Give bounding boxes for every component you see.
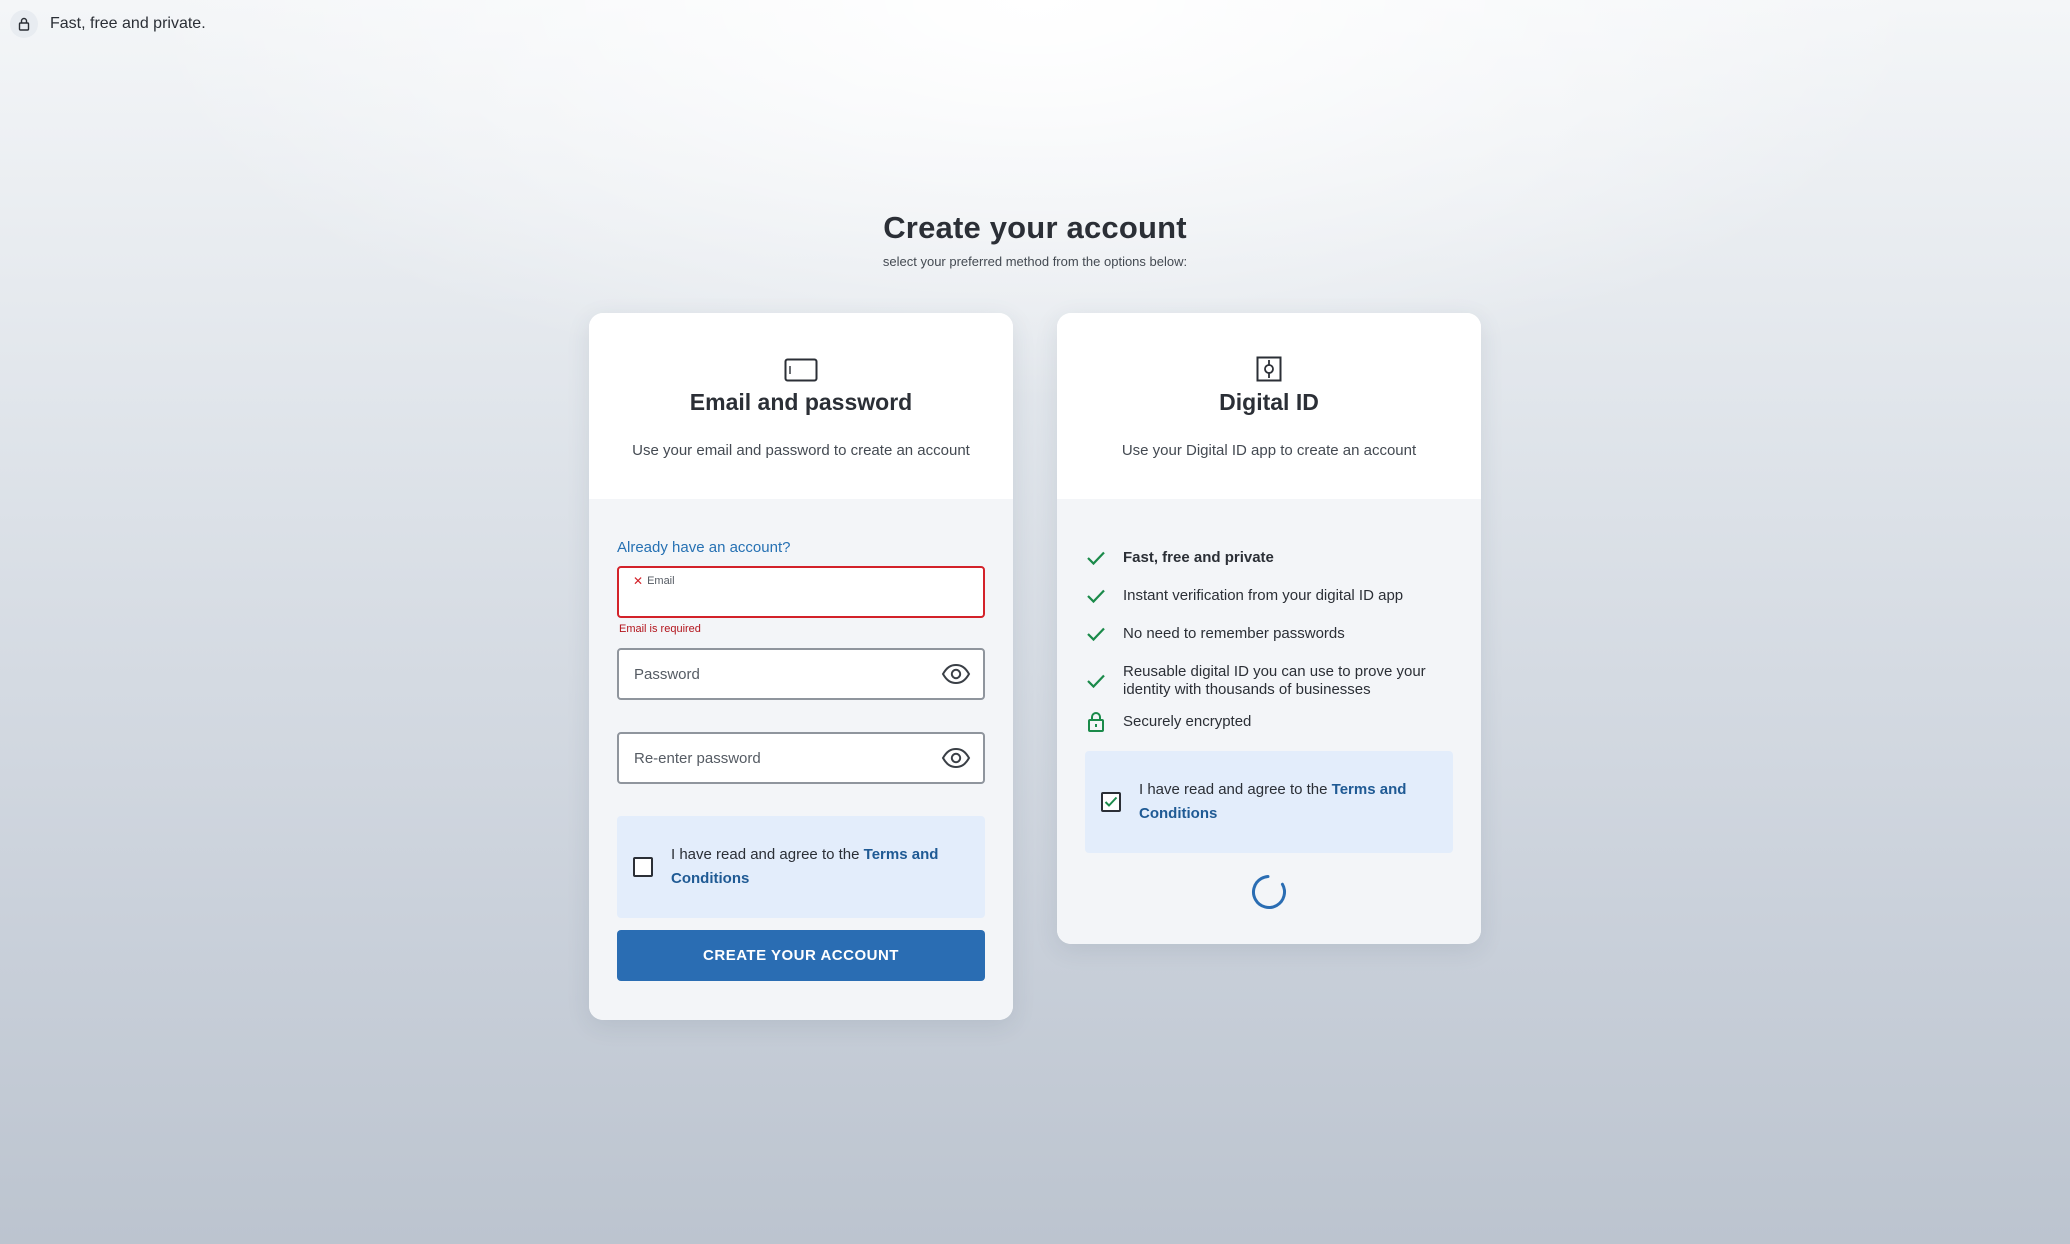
feature-list: Fast, free and private Instant verificat…: [1085, 549, 1453, 732]
digital-card-description: Use your Digital ID app to create an acc…: [1121, 442, 1417, 459]
lock-icon: [10, 10, 38, 38]
check-icon: [1085, 625, 1107, 643]
feature-item: Securely encrypted: [1085, 712, 1453, 732]
safe-icon: [1256, 356, 1282, 382]
digital-terms-checkbox[interactable]: [1101, 792, 1121, 812]
check-icon: [1085, 549, 1107, 567]
email-error-message: Email is required: [619, 623, 701, 635]
digital-terms-text: I have read and agree to the Terms and C…: [1139, 781, 1407, 822]
error-x-icon: ✕: [633, 574, 644, 588]
check-icon: [1085, 587, 1107, 605]
page-subtitle: select your preferred method from the op…: [882, 254, 1188, 269]
top-bar-text: Fast, free and private.: [50, 15, 206, 32]
create-account-button[interactable]: CREATE YOUR ACCOUNT: [617, 930, 985, 981]
card-icon: [784, 358, 818, 382]
top-bar: Fast, free and private.: [10, 10, 206, 38]
check-icon: [1085, 672, 1107, 690]
digital-terms-box: I have read and agree to the Terms and C…: [1085, 751, 1453, 853]
email-password-card: Email and password Use your email and pa…: [589, 313, 1013, 1020]
email-terms-box: I have read and agree to the Terms and C…: [617, 816, 985, 918]
email-card-body: Already have an account? ✕ Email Email i…: [589, 499, 1013, 1020]
checkmark-icon: [1104, 796, 1118, 807]
loading-spinner: [1085, 873, 1453, 911]
password-field[interactable]: Password: [617, 648, 985, 700]
email-field[interactable]: ✕ Email: [617, 566, 985, 618]
reenter-password-field[interactable]: Re-enter password: [617, 732, 985, 784]
page-title: Create your account: [883, 210, 1187, 245]
feature-item: Instant verification from your digital I…: [1085, 587, 1453, 605]
email-terms-checkbox[interactable]: [633, 857, 653, 877]
password-placeholder: Password: [634, 666, 700, 683]
email-card-description: Use your email and password to create an…: [632, 442, 970, 459]
email-field-label: ✕ Email: [633, 574, 675, 588]
spinner-icon: [1252, 875, 1286, 909]
feature-item: Fast, free and private: [1085, 549, 1453, 567]
reenter-password-placeholder: Re-enter password: [634, 750, 761, 767]
feature-item: Reusable digital ID you can use to prove…: [1085, 663, 1453, 699]
email-card-header: Email and password Use your email and pa…: [589, 313, 1013, 499]
show-reenter-password-eye-icon[interactable]: [941, 747, 971, 774]
digital-id-card: Digital ID Use your Digital ID app to cr…: [1057, 313, 1481, 944]
feature-item: No need to remember passwords: [1085, 625, 1453, 643]
email-terms-text: I have read and agree to the Terms and C…: [671, 846, 939, 887]
email-card-title: Email and password: [689, 389, 913, 415]
lock-icon: [1085, 712, 1107, 732]
digital-card-body: Fast, free and private Instant verificat…: [1057, 499, 1481, 944]
digital-card-title: Digital ID: [1219, 389, 1319, 415]
page-header: Create your account select your preferre…: [0, 210, 2070, 269]
digital-card-header: Digital ID Use your Digital ID app to cr…: [1057, 313, 1481, 499]
show-password-eye-icon[interactable]: [941, 663, 971, 690]
already-have-account-link[interactable]: Already have an account?: [617, 539, 985, 556]
